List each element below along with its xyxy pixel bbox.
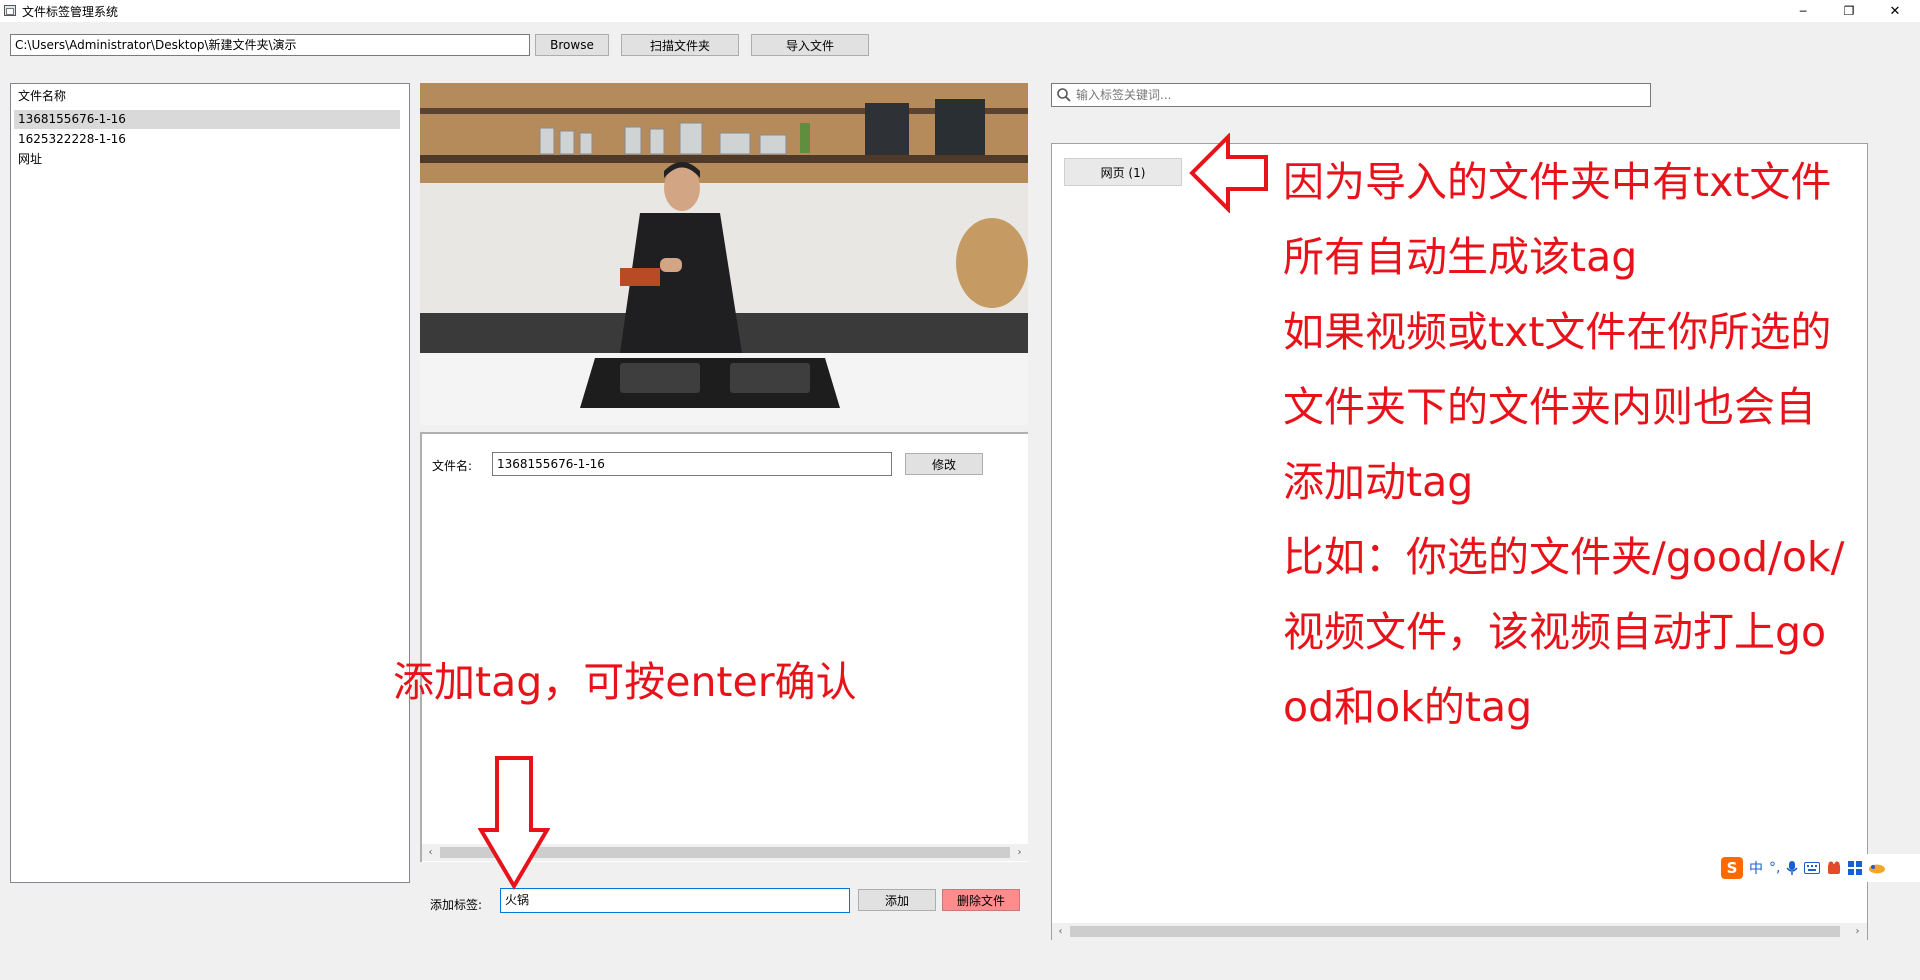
scroll-right-arrow-icon[interactable]: ›	[1011, 844, 1028, 861]
annotation-line: 文件夹下的文件夹内则也会自	[1283, 383, 1816, 431]
annotation-line: 如果视频或txt文件在你所选的	[1283, 308, 1832, 356]
import-file-button[interactable]: 导入文件	[751, 34, 869, 56]
app-icon	[4, 5, 16, 16]
ime-logo-icon[interactable]: S	[1721, 857, 1743, 879]
keyboard-icon[interactable]	[1804, 861, 1821, 875]
list-item[interactable]: 1368155676-1-16	[14, 110, 400, 129]
ime-punctuation-toggle[interactable]: °,	[1769, 860, 1780, 876]
scroll-right-arrow-icon[interactable]: ›	[1849, 923, 1866, 940]
modify-button[interactable]: 修改	[905, 453, 983, 475]
annotation-line: 因为导入的文件夹中有txt文件	[1283, 158, 1832, 206]
tag-horizontal-scrollbar[interactable]: ‹ ›	[1052, 923, 1867, 940]
video-frame-image	[420, 83, 1028, 425]
annotation-line: 视频文件，该视频自动打上go	[1283, 608, 1827, 656]
annotation-line: 添加动tag	[1283, 458, 1474, 506]
toolbox-icon[interactable]	[1848, 861, 1863, 875]
ime-toolbar[interactable]: S 中 °,	[1717, 854, 1920, 882]
search-icon	[1057, 88, 1071, 102]
ime-mascot-icon[interactable]	[1868, 862, 1886, 874]
minimize-button[interactable]: ─	[1780, 0, 1826, 22]
microphone-icon[interactable]	[1786, 860, 1799, 876]
skin-icon[interactable]	[1826, 861, 1842, 875]
minimize-icon: ─	[1799, 4, 1807, 18]
annotation-auto-tag-note: 因为导入的文件夹中有txt文件 所有自动生成该tag 如果视频或txt文件在你所…	[1283, 148, 1903, 748]
restore-icon: ❐	[1843, 4, 1855, 18]
annotation-left-arrow-icon	[1189, 133, 1268, 213]
delete-file-button[interactable]: 删除文件	[942, 889, 1020, 911]
file-list-panel[interactable]: 文件名称 1368155676-1-16 1625322228-1-16 网址	[10, 83, 410, 883]
scrollbar-thumb[interactable]	[1070, 926, 1840, 937]
path-input[interactable]: C:\Users\Administrator\Desktop\新建文件夹\演示	[10, 34, 530, 56]
annotation-line: 比如：你选的文件夹/good/ok/	[1283, 533, 1845, 581]
annotation-down-arrow-icon	[478, 756, 550, 890]
browse-button[interactable]: Browse	[535, 34, 609, 56]
video-preview[interactable]	[420, 83, 1028, 425]
filename-input[interactable]: 1368155676-1-16	[492, 452, 892, 476]
list-item[interactable]: 网址	[14, 150, 400, 169]
close-icon: ✕	[1889, 3, 1901, 19]
add-tag-button[interactable]: 添加	[858, 889, 936, 911]
annotation-add-tag-hint: 添加tag，可按enter确认	[393, 658, 857, 706]
annotation-line: 所有自动生成该tag	[1283, 233, 1638, 281]
ime-mode-toggle[interactable]: 中	[1749, 858, 1763, 878]
list-item[interactable]: 1625322228-1-16	[14, 130, 400, 149]
tag-search-input[interactable]: 输入标签关键词...	[1051, 83, 1651, 107]
filename-label: 文件名:	[432, 459, 473, 473]
file-list-header[interactable]: 文件名称	[14, 87, 400, 106]
tag-chip[interactable]: 网页 (1)	[1064, 158, 1182, 186]
annotation-line: od和ok的tag	[1283, 683, 1533, 731]
scroll-left-arrow-icon[interactable]: ‹	[422, 844, 439, 861]
title-bar: 文件标签管理系统 ─ ❐ ✕	[0, 0, 1920, 22]
restore-button[interactable]: ❐	[1826, 0, 1872, 22]
tag-input[interactable]: 火锅	[500, 888, 850, 913]
scroll-left-arrow-icon[interactable]: ‹	[1052, 923, 1069, 940]
scan-folder-button[interactable]: 扫描文件夹	[621, 34, 739, 56]
close-button[interactable]: ✕	[1872, 0, 1918, 22]
add-tag-label: 添加标签:	[430, 898, 483, 912]
window-title: 文件标签管理系统	[22, 5, 119, 19]
